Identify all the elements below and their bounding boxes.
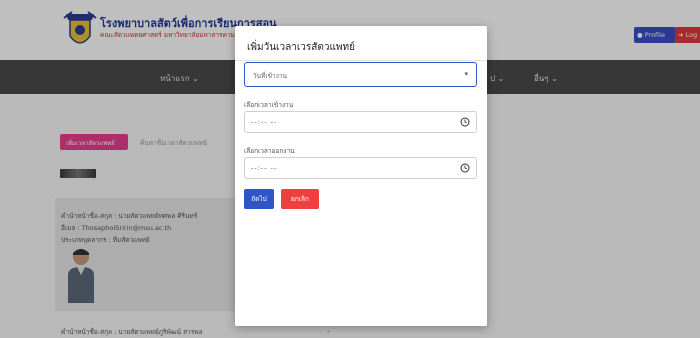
add-vet-schedule-modal: เพิ่มวันเวลาเวรสัตวแพทย์ วันที่เข้างาน ▾… [235,26,487,326]
caret-down-icon: ▾ [464,70,468,78]
next-button[interactable]: ถัดไป [244,189,274,209]
start-time-value: --:-- -- [251,118,278,126]
work-date-select[interactable]: วันที่เข้างาน ▾ [244,62,477,87]
end-time-label: เลือกเวลาออกงาน [244,147,295,155]
clock-icon[interactable] [460,117,470,127]
cancel-button[interactable]: ยกเลิก [281,189,319,209]
start-time-label: เลือกเวลาเข้างาน [244,101,294,109]
modal-divider [235,60,487,61]
start-time-input[interactable]: --:-- -- [244,111,477,133]
end-time-value: --:-- -- [251,164,278,172]
clock-icon[interactable] [460,163,470,173]
work-date-placeholder: วันที่เข้างาน [253,72,287,80]
end-time-input[interactable]: --:-- -- [244,157,477,179]
modal-title: เพิ่มวันเวลาเวรสัตวแพทย์ [247,42,355,53]
